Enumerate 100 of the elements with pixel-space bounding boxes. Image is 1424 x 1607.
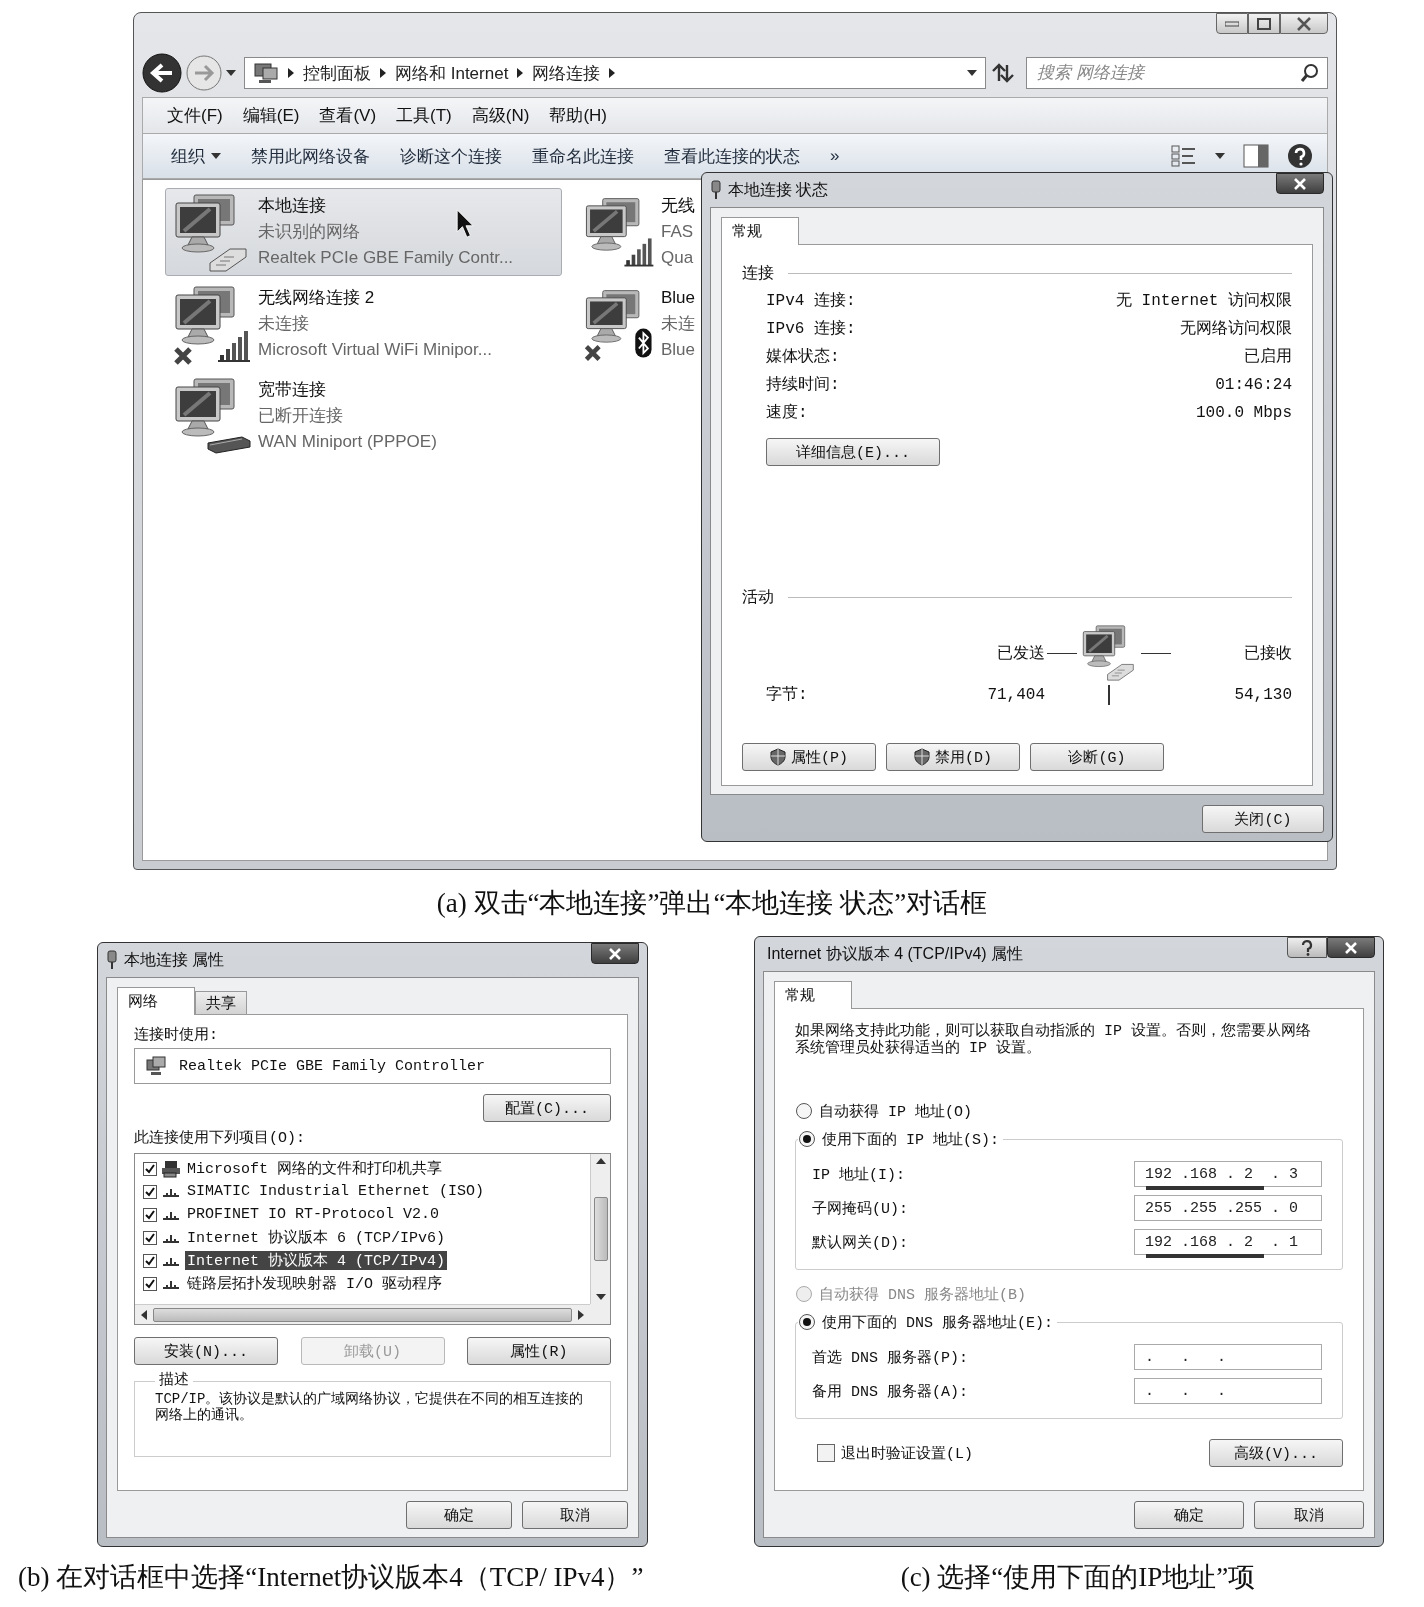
field-value: 100.0 Mbps: [1195, 403, 1292, 424]
ok-button[interactable]: 确定: [1134, 1501, 1244, 1529]
ip-address-field[interactable]: . . .: [1134, 1344, 1322, 1370]
checkbox[interactable]: [143, 1161, 157, 1176]
list-item[interactable]: Internet 协议版本 6 (TCP/IPv6): [185, 1228, 448, 1247]
tab[interactable]: 常规: [774, 981, 852, 1009]
toolbar-button[interactable]: 查看此连接的状态: [656, 140, 808, 172]
toolbar-button[interactable]: 组织: [163, 140, 229, 172]
dialog-button[interactable]: 属性(R): [467, 1337, 611, 1365]
list-item[interactable]: Internet 协议版本 4 (TCP/IPv4): [185, 1251, 448, 1270]
shield-icon: [770, 748, 786, 766]
dialog-button[interactable]: 禁用(D): [886, 743, 1020, 771]
refresh-icon[interactable]: [990, 62, 1016, 84]
connection-item[interactable]: 无线 FAS Qua: [576, 188, 700, 276]
menu-item[interactable]: 帮助(H): [539, 104, 617, 127]
search-field[interactable]: 搜索 网络连接: [1026, 57, 1328, 89]
horizontal-scrollbar[interactable]: [135, 1304, 590, 1324]
maximize-button[interactable]: [1248, 13, 1280, 34]
radio-button[interactable]: [798, 1130, 816, 1148]
help-button[interactable]: [1287, 937, 1327, 958]
scrollbar-thumb[interactable]: [153, 1307, 572, 1322]
list-item[interactable]: SIMATIC Industrial Ethernet (ISO): [185, 1183, 487, 1200]
vertical-scrollbar[interactable]: [590, 1154, 610, 1304]
scroll-right-icon[interactable]: [578, 1309, 584, 1320]
connection-item[interactable]: 宽带连接 已断开连接 WAN Miniport (PPPOE): [165, 372, 562, 460]
ip-address-field[interactable]: 192 .168 . 2 . 3: [1134, 1161, 1322, 1187]
dialog-button[interactable]: 属性(P): [742, 743, 876, 771]
scroll-left-icon[interactable]: [141, 1309, 147, 1320]
connection-item[interactable]: 本地连接 未识别的网络 Realtek PCIe GBE Family Contr...: [165, 188, 562, 276]
menu-item[interactable]: 高级(N): [461, 104, 540, 127]
close-button[interactable]: [591, 943, 639, 964]
view-options-icon[interactable]: [1171, 145, 1197, 167]
chevron-icon[interactable]: [287, 67, 295, 79]
details-button[interactable]: 详细信息(E)...: [766, 438, 940, 466]
close-button[interactable]: [1276, 173, 1324, 194]
cancel-button[interactable]: 取消: [1254, 1501, 1364, 1529]
field-label: 此连接使用下列项目(O):: [134, 1128, 306, 1147]
address-bar[interactable]: 控制面板 网络和 Internet 网络连接: [244, 57, 986, 89]
tab[interactable]: 常规: [721, 217, 799, 245]
list-item[interactable]: Microsoft 网络的文件和打印机共享: [185, 1159, 444, 1178]
breadcrumb-link[interactable]: 控制面板: [303, 61, 371, 85]
help-icon[interactable]: [1287, 143, 1313, 169]
tab[interactable]: 共享: [195, 991, 247, 1014]
menu-item[interactable]: 工具(T): [386, 104, 462, 127]
checkbox[interactable]: [143, 1253, 157, 1268]
list-item[interactable]: 链路层拓扑发现映射器 I/O 驱动程序: [185, 1274, 444, 1293]
scrollbar-thumb[interactable]: [593, 1197, 608, 1261]
dialog-button[interactable]: 安装(N)...: [134, 1337, 278, 1365]
signal-bars-icon: [218, 331, 250, 362]
minimize-button[interactable]: [1216, 13, 1248, 34]
dialog-title: 本地连接 状态: [728, 179, 829, 200]
caret-icon[interactable]: [967, 70, 977, 76]
field-label: 子网掩码(U):: [812, 1199, 908, 1218]
ip-address-field[interactable]: . . .: [1134, 1378, 1322, 1404]
ip-address-field[interactable]: 255 .255 .255 . 0: [1134, 1195, 1322, 1221]
chevron-icon[interactable]: [379, 67, 387, 79]
breadcrumb-link[interactable]: 网络和 Internet: [395, 61, 509, 85]
configure-button[interactable]: 配置(C)...: [483, 1094, 611, 1122]
radio-button[interactable]: [798, 1313, 816, 1331]
checkbox[interactable]: [817, 1444, 835, 1462]
toolbar-button[interactable]: 重命名此连接: [524, 140, 642, 172]
field-label: 持续时间:: [766, 375, 841, 396]
ok-button[interactable]: 确定: [406, 1501, 512, 1529]
cancel-button[interactable]: 取消: [522, 1501, 628, 1529]
chevron-icon[interactable]: [516, 67, 525, 79]
checkbox[interactable]: [143, 1276, 157, 1291]
figure-caption: (c) 选择“使用下面的IP地址”项: [900, 1560, 1256, 1594]
bytes-sent: 71,404: [986, 685, 1045, 704]
close-button[interactable]: [1327, 937, 1375, 958]
toolbar-button[interactable]: 诊断这个连接: [392, 140, 510, 172]
advanced-button[interactable]: 高级(V)...: [1209, 1439, 1343, 1467]
search-icon[interactable]: [1300, 63, 1320, 83]
scroll-up-icon[interactable]: [595, 1158, 606, 1164]
caret-icon[interactable]: [226, 70, 236, 76]
help-icon: [1301, 939, 1313, 956]
checkbox[interactable]: [143, 1207, 157, 1222]
checkbox[interactable]: [143, 1230, 157, 1245]
chevron-icon[interactable]: [608, 67, 617, 79]
breadcrumb-link[interactable]: 网络连接: [532, 61, 601, 85]
radio-button[interactable]: [795, 1102, 813, 1120]
list-item[interactable]: PROFINET IO RT-Protocol V2.0: [185, 1206, 442, 1223]
back-icon[interactable]: [142, 53, 182, 93]
close-button[interactable]: [1280, 13, 1328, 34]
toolbar-button[interactable]: 禁用此网络设备: [243, 140, 378, 172]
more-button[interactable]: »: [822, 142, 848, 170]
connection-item[interactable]: Blue 未连 Blue: [576, 280, 700, 368]
menu-item[interactable]: 文件(F): [157, 104, 233, 127]
field-label: 媒体状态:: [766, 346, 841, 368]
preview-pane-icon[interactable]: [1243, 144, 1269, 168]
checkbox[interactable]: [143, 1184, 157, 1199]
menu-item[interactable]: 查看(V): [309, 104, 387, 127]
scroll-down-icon[interactable]: [595, 1294, 606, 1300]
ip-address-field[interactable]: 192 .168 . 2 . 1: [1134, 1229, 1322, 1255]
connection-item[interactable]: 无线网络连接 2 未连接 Microsoft Virtual WiFi Minipor...: [165, 280, 562, 368]
caret-icon[interactable]: [1215, 153, 1225, 159]
close-dialog-button[interactable]: 关闭(C): [1202, 805, 1324, 833]
menu-item[interactable]: 编辑(E): [232, 104, 310, 127]
tab[interactable]: 网络: [117, 987, 195, 1015]
dialog-button[interactable]: 诊断(G): [1030, 743, 1164, 771]
component-list[interactable]: Microsoft 网络的文件和打印机共享 SIMATIC Industrial Ethernet (ISO) PROFINET IO RT-Protocol V2.0 Internet 协议版本 6 (TCP/IPv6) Internet 协议版本 4 (TCP/IPv4) 链路层拓扑发现映射器 I/O 驱动程序: [134, 1153, 611, 1325]
